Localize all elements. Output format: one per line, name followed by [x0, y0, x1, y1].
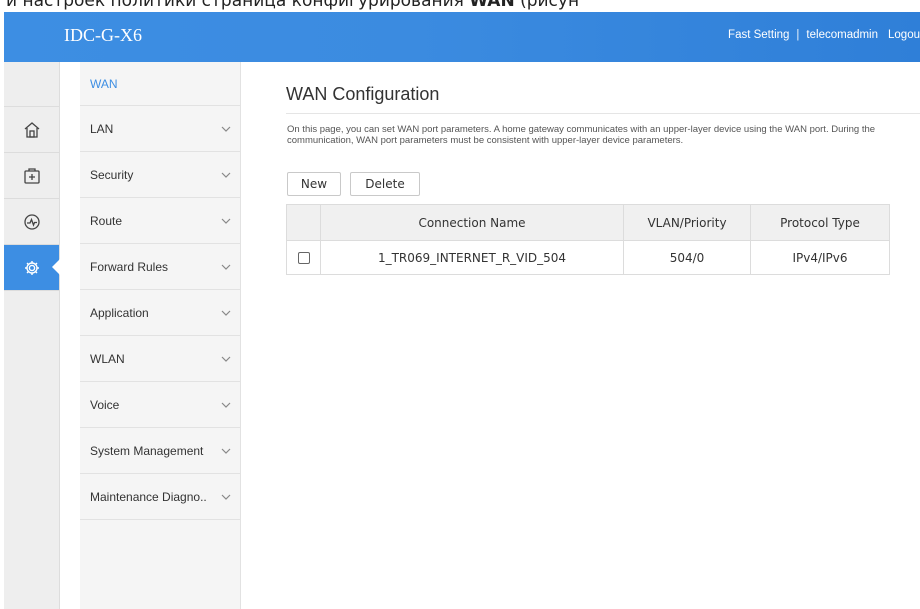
connection-name-cell: 1_TR069_INTERNET_R_VID_504 — [320, 240, 624, 275]
menu-item-route[interactable]: Route — [80, 198, 240, 244]
nav-home[interactable] — [4, 107, 59, 153]
chevron-down-icon — [221, 402, 231, 408]
row-select-cell — [286, 240, 321, 275]
title-divider — [286, 113, 920, 114]
menu-item-forward-rules[interactable]: Forward Rules — [80, 244, 240, 290]
column-header-protocol-type: Protocol Type — [750, 204, 890, 241]
column-header-connection-name: Connection Name — [320, 204, 624, 241]
menu-item-label: WAN — [90, 76, 118, 91]
menu-item-voice[interactable]: Voice — [80, 382, 240, 428]
settings-menu: WAN LAN Security Route Forward Rules App… — [80, 62, 241, 609]
chevron-down-icon — [221, 448, 231, 454]
top-header-bar: IDC-G-X6 Fast Setting | telecomadmin Logou — [4, 12, 920, 62]
menu-item-security[interactable]: Security — [80, 152, 240, 198]
row-checkbox[interactable] — [297, 252, 310, 264]
menu-item-wlan[interactable]: WLAN — [80, 336, 240, 382]
chevron-down-icon — [221, 356, 231, 362]
menu-item-lan[interactable]: LAN — [80, 106, 240, 152]
menu-item-label: Forward Rules — [90, 259, 169, 274]
document-caption: и настроек политики страница конфигуриро… — [0, 0, 920, 11]
menu-item-label: Voice — [90, 397, 120, 412]
menu-item-label: Security — [90, 167, 134, 182]
vlan-priority-cell: 504/0 — [623, 240, 751, 275]
fast-setting-link[interactable]: Fast Setting — [728, 29, 789, 41]
gear-icon — [24, 260, 39, 275]
chevron-down-icon — [221, 218, 231, 224]
user-name-link[interactable]: telecomadmin — [806, 29, 878, 41]
nav-separator: | — [796, 29, 800, 41]
menu-item-application[interactable]: Application — [80, 290, 240, 336]
menu-item-wan[interactable]: WAN — [80, 62, 240, 106]
column-header-vlan-priority: VLAN/Priority — [623, 204, 751, 241]
main-content: WAN Configuration On this page, you can … — [241, 62, 920, 609]
device-model-title: IDC-G-X6 — [64, 25, 142, 45]
icon-sidebar — [4, 62, 60, 609]
caption-bold-text: WAN — [469, 0, 515, 11]
table-header-row: Connection Name VLAN/Priority Protocol T… — [286, 204, 890, 241]
table-row[interactable]: 1_TR069_INTERNET_R_VID_504 504/0 IPv4/IP… — [286, 240, 890, 275]
delete-button[interactable]: Delete — [350, 172, 420, 196]
caption-text-end: (рисун — [514, 0, 580, 11]
nav-add-box[interactable] — [4, 153, 59, 199]
menu-item-system-management[interactable]: System Management — [80, 428, 240, 474]
menu-item-label: WLAN — [90, 351, 125, 366]
home-icon — [24, 121, 39, 138]
column-header-select — [286, 204, 321, 241]
menu-item-label: Route — [90, 213, 123, 228]
top-navigation: Fast Setting | telecomadmin Logou — [728, 29, 920, 41]
menu-item-label: Maintenance Diagno.. — [90, 489, 207, 504]
icon-sidebar-spacer — [4, 62, 59, 107]
chevron-down-icon — [221, 494, 231, 500]
chevron-down-icon — [221, 126, 231, 132]
logout-link[interactable]: Logou — [888, 29, 920, 41]
menu-item-maintenance-diagnosis[interactable]: Maintenance Diagno.. — [80, 474, 240, 520]
add-box-icon — [23, 167, 40, 184]
chevron-down-icon — [221, 264, 231, 270]
nav-advanced-settings[interactable] — [4, 245, 60, 291]
protocol-type-cell: IPv4/IPv6 — [750, 240, 890, 275]
caption-text: и настроек политики страница конфигуриро… — [6, 0, 470, 11]
chevron-down-icon — [221, 310, 231, 316]
menu-item-label: System Management — [90, 443, 204, 458]
chevron-down-icon — [221, 172, 231, 178]
menu-item-label: Application — [90, 305, 149, 320]
menu-item-label: LAN — [90, 121, 114, 136]
wan-connections-table: Connection Name VLAN/Priority Protocol T… — [286, 204, 890, 275]
new-button[interactable]: New — [287, 172, 341, 196]
page-description: On this page, you can set WAN port param… — [287, 124, 876, 146]
page-title: WAN Configuration — [286, 84, 440, 104]
nav-diagnostics[interactable] — [4, 199, 59, 245]
diagnostics-icon — [23, 213, 40, 230]
